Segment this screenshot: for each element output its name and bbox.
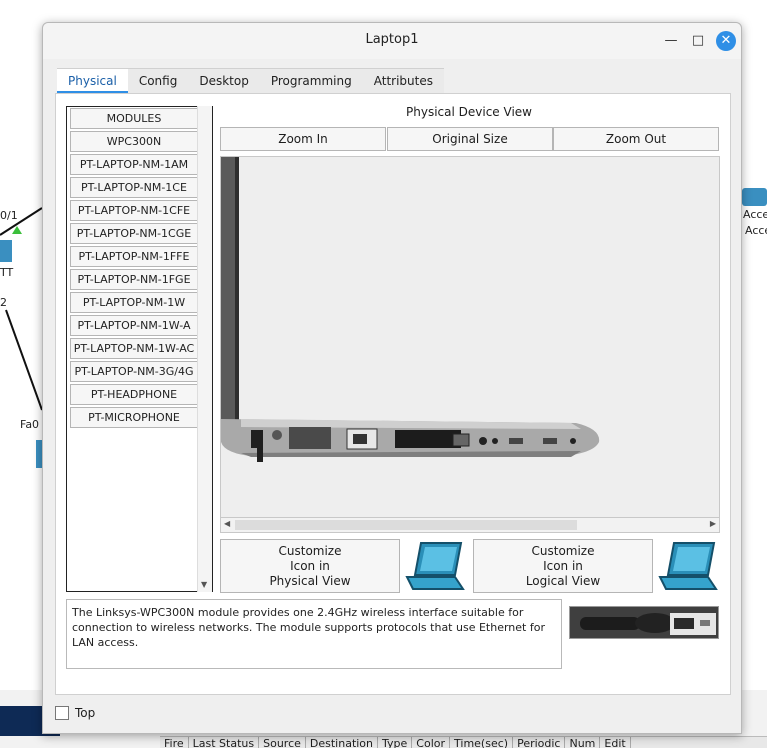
- scroll-thumb[interactable]: [235, 520, 577, 530]
- button-line: Icon in: [290, 558, 330, 573]
- module-item[interactable]: PT-LAPTOP-NM-1FGE: [70, 269, 198, 290]
- tab-bar: Physical Config Desktop Programming Attr…: [57, 68, 444, 93]
- top-label: Top: [75, 706, 96, 720]
- module-item[interactable]: PT-HEADPHONE: [70, 384, 198, 405]
- button-line: Logical View: [525, 573, 601, 588]
- usb-port: [543, 438, 557, 444]
- device-dialog: Laptop1 — □ ✕ Physical Config Desktop Pr…: [42, 22, 742, 734]
- pc-card-slot: [395, 430, 461, 448]
- device-view-hscrollbar[interactable]: ◀ ▶: [220, 517, 720, 533]
- tab-physical[interactable]: Physical: [57, 68, 128, 93]
- bg-device-label: TT: [0, 266, 14, 279]
- power-cable: [257, 442, 263, 462]
- module-item[interactable]: PT-LAPTOP-NM-1CGE: [70, 223, 198, 244]
- module-item[interactable]: PT-LAPTOP-NM-1FFE: [70, 246, 198, 267]
- event-column[interactable]: Time(sec): [450, 737, 514, 748]
- customize-logical-view-button[interactable]: Customize Icon in Logical View: [473, 539, 653, 593]
- physical-device-view-title: Physical Device View: [406, 105, 532, 119]
- button-line: Physical View: [269, 573, 351, 588]
- button-line: Icon in: [543, 558, 583, 573]
- module-description: The Linksys-WPC300N module provides one …: [66, 599, 562, 669]
- event-column[interactable]: Color: [412, 737, 451, 748]
- event-column[interactable]: Fire: [160, 737, 189, 748]
- event-column[interactable]: Periodic: [513, 737, 566, 748]
- event-column[interactable]: Type: [378, 737, 413, 748]
- modules-list: MODULES WPC300N PT-LAPTOP-NM-1AM PT-LAPT…: [66, 106, 213, 592]
- event-column[interactable]: Destination: [306, 737, 379, 748]
- minimize-icon[interactable]: —: [661, 31, 681, 51]
- modules-scrollbar[interactable]: ▼: [197, 106, 212, 592]
- event-column[interactable]: Source: [259, 737, 306, 748]
- mic-jack: [570, 438, 576, 444]
- maximize-icon[interactable]: □: [688, 31, 708, 51]
- module-image: [569, 606, 719, 639]
- audio-jack: [492, 438, 498, 444]
- laptop-icon: [405, 542, 465, 590]
- bg-device-label: Acce: [745, 224, 767, 237]
- module-item[interactable]: PT-LAPTOP-NM-1W-A: [70, 315, 198, 336]
- device-view-canvas[interactable]: [220, 156, 720, 533]
- button-line: Customize: [531, 543, 595, 558]
- module-item[interactable]: PT-LAPTOP-NM-1AM: [70, 154, 198, 175]
- event-column[interactable]: Num: [565, 737, 601, 748]
- tab-attributes[interactable]: Attributes: [362, 68, 444, 93]
- bg-device-label: Acce: [743, 208, 767, 221]
- laptop-icon: [658, 542, 718, 590]
- event-column[interactable]: Edit: [600, 737, 631, 748]
- window-title: Laptop1: [365, 32, 419, 47]
- module-item[interactable]: WPC300N: [70, 131, 198, 152]
- tab-desktop[interactable]: Desktop: [188, 68, 260, 93]
- module-item[interactable]: PT-LAPTOP-NM-1CFE: [70, 200, 198, 221]
- module-item[interactable]: PT-LAPTOP-NM-1W-AC: [70, 338, 198, 359]
- lid-edge: [235, 157, 239, 439]
- modules-header-button[interactable]: MODULES: [70, 108, 198, 129]
- top-checkbox-row: Top: [55, 705, 95, 721]
- laptop-side-image: [221, 157, 600, 462]
- bg-port-label: Fa0: [20, 418, 40, 431]
- module-item[interactable]: PT-MICROPHONE: [70, 407, 198, 428]
- event-list-header: Fire Last Status Source Destination Type…: [160, 736, 767, 748]
- scroll-down-icon[interactable]: ▼: [201, 580, 207, 589]
- link-line: [5, 309, 43, 411]
- scroll-right-icon[interactable]: ▶: [710, 519, 716, 528]
- audio-jack: [479, 437, 487, 445]
- top-checkbox[interactable]: [55, 706, 69, 720]
- module-item[interactable]: PT-LAPTOP-NM-1W: [70, 292, 198, 313]
- title-bar[interactable]: Laptop1 — □ ✕: [43, 23, 741, 59]
- button-line: Customize: [278, 543, 342, 558]
- vent-grill: [289, 427, 331, 449]
- ethernet-port: [353, 434, 367, 444]
- access-point-icon: [742, 188, 767, 206]
- close-icon[interactable]: ✕: [716, 31, 736, 51]
- bg-port-label: 0/1: [0, 209, 18, 222]
- module-item[interactable]: PT-LAPTOP-NM-3G/4G: [70, 361, 198, 382]
- customize-physical-view-button[interactable]: Customize Icon in Physical View: [220, 539, 400, 593]
- event-column[interactable]: Last Status: [189, 737, 260, 748]
- tab-programming[interactable]: Programming: [259, 68, 363, 93]
- module-item[interactable]: PT-LAPTOP-NM-1CE: [70, 177, 198, 198]
- tab-config[interactable]: Config: [127, 68, 189, 93]
- bg-device-label: 2: [0, 296, 7, 309]
- switch-icon: [0, 240, 12, 262]
- scroll-left-icon[interactable]: ◀: [224, 519, 230, 528]
- lan-port: [452, 433, 470, 447]
- zoom-out-button[interactable]: Zoom Out: [553, 127, 719, 151]
- original-size-button[interactable]: Original Size: [387, 127, 553, 151]
- wireless-card-icon: [570, 607, 718, 638]
- usb-port: [509, 438, 523, 444]
- zoom-in-button[interactable]: Zoom In: [220, 127, 386, 151]
- power-button: [272, 430, 282, 440]
